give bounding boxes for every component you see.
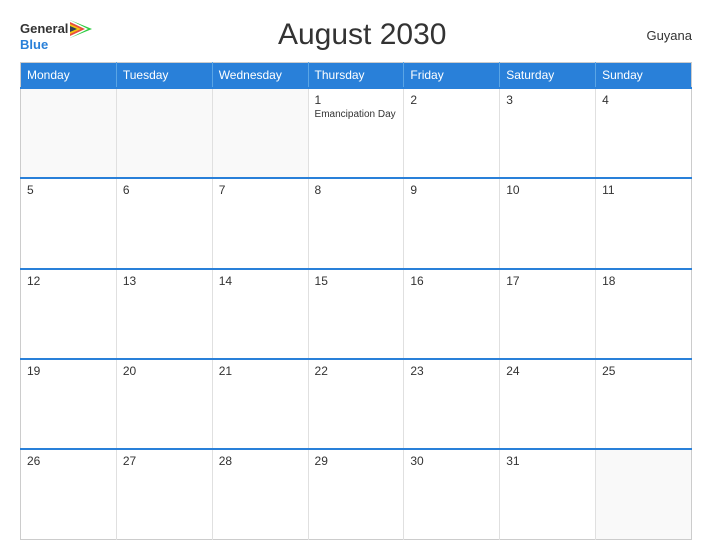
- day-number: 2: [410, 93, 493, 107]
- day-cell: 7: [212, 178, 308, 268]
- day-cell: 5: [21, 178, 117, 268]
- day-number: 28: [219, 454, 302, 468]
- day-cell: [116, 88, 212, 178]
- day-cell: 21: [212, 359, 308, 449]
- logo: General Blue: [20, 20, 92, 51]
- logo-general: General: [20, 22, 68, 35]
- day-cell: 14: [212, 269, 308, 359]
- col-wednesday: Wednesday: [212, 63, 308, 89]
- day-number: 27: [123, 454, 206, 468]
- day-number: 7: [219, 183, 302, 197]
- week-row-1: 1 Emancipation Day 234: [21, 88, 692, 178]
- day-number: 16: [410, 274, 493, 288]
- day-cell: 26: [21, 449, 117, 539]
- day-cell: [212, 88, 308, 178]
- day-number: 9: [410, 183, 493, 197]
- day-cell: 29: [308, 449, 404, 539]
- day-number: 20: [123, 364, 206, 378]
- day-number: 15: [315, 274, 398, 288]
- day-number: 3: [506, 93, 589, 107]
- day-number: 5: [27, 183, 110, 197]
- day-cell: 12: [21, 269, 117, 359]
- day-number: 6: [123, 183, 206, 197]
- day-number: 31: [506, 454, 589, 468]
- day-cell: 4: [596, 88, 692, 178]
- day-number: 26: [27, 454, 110, 468]
- calendar-page: General Blue August 2030 Guyana Monday T…: [0, 0, 712, 550]
- day-number: 12: [27, 274, 110, 288]
- col-sunday: Sunday: [596, 63, 692, 89]
- day-cell: 31: [500, 449, 596, 539]
- week-row-5: 26 27 28 29 30 31: [21, 449, 692, 539]
- day-number: 17: [506, 274, 589, 288]
- days-header-row: Monday Tuesday Wednesday Thursday Friday…: [21, 63, 692, 89]
- country-label: Guyana: [632, 28, 692, 43]
- logo-blue: Blue: [20, 38, 48, 51]
- week-row-3: 12 13 14 15 16 17 18: [21, 269, 692, 359]
- day-cell: 16: [404, 269, 500, 359]
- logo-flag-icon: [70, 20, 92, 38]
- col-friday: Friday: [404, 63, 500, 89]
- day-number: 23: [410, 364, 493, 378]
- day-number: 30: [410, 454, 493, 468]
- day-cell: 24: [500, 359, 596, 449]
- col-saturday: Saturday: [500, 63, 596, 89]
- day-cell: 30: [404, 449, 500, 539]
- day-number: 21: [219, 364, 302, 378]
- header: General Blue August 2030 Guyana: [20, 18, 692, 52]
- day-cell: 22: [308, 359, 404, 449]
- day-number: 8: [315, 183, 398, 197]
- col-thursday: Thursday: [308, 63, 404, 89]
- day-cell: 9: [404, 178, 500, 268]
- day-number: 11: [602, 183, 685, 197]
- day-number: 18: [602, 274, 685, 288]
- day-number: 10: [506, 183, 589, 197]
- day-cell: 6: [116, 178, 212, 268]
- day-cell: 13: [116, 269, 212, 359]
- col-tuesday: Tuesday: [116, 63, 212, 89]
- calendar-table: Monday Tuesday Wednesday Thursday Friday…: [20, 62, 692, 540]
- day-cell: 23: [404, 359, 500, 449]
- day-cell: 3: [500, 88, 596, 178]
- day-cell: 27: [116, 449, 212, 539]
- day-cell: 1 Emancipation Day: [308, 88, 404, 178]
- day-cell: 10: [500, 178, 596, 268]
- day-cell: [21, 88, 117, 178]
- day-number: 22: [315, 364, 398, 378]
- day-number: 1: [315, 93, 398, 107]
- day-cell: 11: [596, 178, 692, 268]
- day-number: 29: [315, 454, 398, 468]
- day-cell: 15: [308, 269, 404, 359]
- day-number: 13: [123, 274, 206, 288]
- month-title: August 2030: [92, 18, 632, 52]
- day-cell: [596, 449, 692, 539]
- day-number: 24: [506, 364, 589, 378]
- day-cell: 8: [308, 178, 404, 268]
- col-monday: Monday: [21, 63, 117, 89]
- week-row-4: 19 20 21 22 23 24 25: [21, 359, 692, 449]
- day-cell: 17: [500, 269, 596, 359]
- day-number: 14: [219, 274, 302, 288]
- day-cell: 28: [212, 449, 308, 539]
- day-cell: 18: [596, 269, 692, 359]
- day-number: 19: [27, 364, 110, 378]
- day-event: Emancipation Day: [315, 109, 398, 120]
- week-row-2: 56789 10 11: [21, 178, 692, 268]
- day-cell: 19: [21, 359, 117, 449]
- day-number: 4: [602, 93, 685, 107]
- day-cell: 25: [596, 359, 692, 449]
- day-cell: 2: [404, 88, 500, 178]
- day-cell: 20: [116, 359, 212, 449]
- day-number: 25: [602, 364, 685, 378]
